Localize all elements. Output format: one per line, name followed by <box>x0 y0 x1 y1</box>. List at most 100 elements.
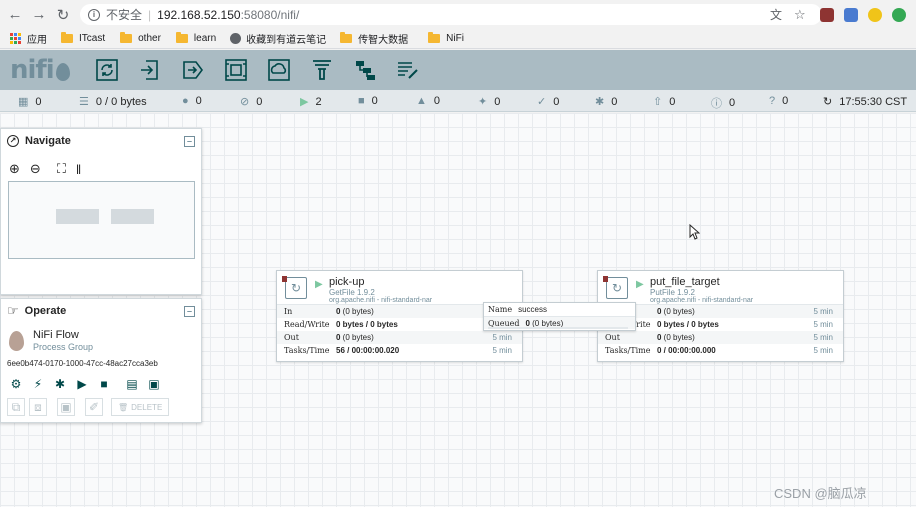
reload-icon[interactable]: ↻ <box>52 4 74 26</box>
active-threads-count: 0 <box>35 95 42 108</box>
queued-value: 0 / 0 bytes <box>95 95 147 108</box>
group-button[interactable]: ▣ <box>57 398 75 416</box>
stat-time: 5 min <box>492 346 512 355</box>
bookmark-label: other <box>138 33 161 44</box>
running-icon: ▶ <box>315 279 323 290</box>
actual-size-icon[interactable]: ‖ <box>76 162 81 177</box>
stopped-stats: ■ 0 <box>358 95 378 107</box>
navigate-palette: ↗ Navigate – ⊕ ⊖ ⛶ ‖ <box>0 128 202 295</box>
fit-icon[interactable]: ⛶ <box>57 161 66 177</box>
bookmark-other[interactable]: other <box>120 32 161 44</box>
paste-button[interactable]: ⧈ <box>29 398 47 416</box>
extension-icon[interactable] <box>867 7 882 22</box>
operate-edit-row: ⧉ ⧈ ▣ ✐ 🗑 DELETE <box>7 398 170 416</box>
folder-icon <box>340 32 353 43</box>
stop-button[interactable]: ■ <box>95 375 113 393</box>
zoom-out-icon[interactable]: ⊖ <box>30 161 41 177</box>
apps-icon <box>10 33 21 44</box>
list-icon: ☰ <box>79 96 89 108</box>
disable-button[interactable]: ✱ <box>51 375 69 393</box>
upload-template-button[interactable]: ▣ <box>145 375 163 393</box>
enable-button[interactable]: ⚡ <box>29 375 47 393</box>
extension-icon[interactable] <box>843 7 858 22</box>
stat-row: Out 0 (0 bytes) 5 min <box>277 331 522 344</box>
question-icon: ? <box>769 95 776 107</box>
stat-time: 5 min <box>813 346 833 355</box>
input-port-icon <box>141 60 158 80</box>
label-tool[interactable] <box>393 55 423 85</box>
forward-icon[interactable]: → <box>28 4 50 26</box>
extension-icon[interactable] <box>891 7 906 22</box>
bookmark-itcast[interactable]: ITcast <box>61 32 105 44</box>
warning-icon: ▲ <box>416 95 427 107</box>
remote-process-group-tool[interactable] <box>264 55 294 85</box>
copy-icon: ⧉ <box>11 399 21 414</box>
compass-icon: ↗ <box>7 135 19 147</box>
last-refreshed: 17:55:30 CST <box>839 95 908 108</box>
output-port-tool[interactable] <box>178 55 208 85</box>
processor-tool[interactable] <box>92 55 122 85</box>
input-port-tool[interactable] <box>135 55 165 85</box>
info-icon[interactable]: i <box>88 8 100 21</box>
bookmark-youdao[interactable]: 收藏到有道云笔记 <box>230 31 326 46</box>
template-icon: ▤ <box>126 377 138 391</box>
url-path: :58080/nifi/ <box>240 7 300 22</box>
collapse-icon[interactable]: – <box>184 305 195 317</box>
process-group-tool[interactable] <box>221 55 251 85</box>
birdseye-view[interactable] <box>8 181 195 259</box>
bookmark-bigdata[interactable]: 传智大数据 <box>340 31 408 46</box>
delete-button[interactable]: 🗑 DELETE <box>111 398 170 416</box>
configure-button[interactable]: ⚙ <box>7 375 25 393</box>
address-bar[interactable]: i 不安全 | 192.168.52.150:58080/nifi/ <box>80 4 822 25</box>
folder-icon <box>428 32 441 43</box>
processor-name: pick-up <box>329 276 365 288</box>
bookmark-nifi[interactable]: NiFi <box>428 32 464 44</box>
separator: | <box>148 7 152 22</box>
extension-icon[interactable] <box>819 7 834 22</box>
funnel-tool[interactable] <box>307 55 337 85</box>
stat-value: 0 (0 bytes) <box>657 307 695 316</box>
stat-row: Out 0 (0 bytes) 5 min <box>598 331 843 344</box>
processor-name: put_file_target <box>650 276 720 288</box>
birdseye-processor <box>56 209 99 224</box>
check-icon: ✓ <box>537 96 547 108</box>
modified-stale-stats: ⓘ 0 <box>711 95 735 111</box>
template-tool[interactable] <box>350 55 380 85</box>
funnel-icon <box>313 60 331 80</box>
selection-type: Process Group <box>33 342 94 352</box>
zoom-in-icon[interactable]: ⊕ <box>9 161 20 177</box>
disabled-stats: ✦ 0 <box>478 95 501 109</box>
disabled-count: 0 <box>494 95 501 108</box>
asterisk-icon: ✱ <box>595 96 605 108</box>
not-transmitting-count: 0 <box>256 95 263 108</box>
navigate-header[interactable]: ↗ Navigate – <box>1 129 201 153</box>
bookmark-apps[interactable]: 应用 <box>10 31 47 46</box>
processor-bundle: org.apache.nifi - nifi-standard-nar <box>329 297 433 304</box>
refresh-icon[interactable]: ↻ <box>823 95 832 108</box>
stat-time: 5 min <box>492 333 512 342</box>
create-template-button[interactable]: ▤ <box>123 375 141 393</box>
modified-stale-count: 0 <box>729 97 736 109</box>
template-upload-icon: ▣ <box>148 377 160 391</box>
translate-icon[interactable]: 文 <box>770 6 782 23</box>
connection-success[interactable]: Name success Queued 0 (0 bytes) <box>483 302 636 331</box>
start-button[interactable]: ▶ <box>73 375 91 393</box>
color-button[interactable]: ✐ <box>85 398 103 416</box>
folder-icon <box>120 32 133 43</box>
stat-time: 5 min <box>813 333 833 342</box>
lightning-icon: ⚡ <box>33 377 43 391</box>
bookmark-learn[interactable]: learn <box>175 32 216 44</box>
collapse-icon[interactable]: – <box>184 135 195 147</box>
operate-header[interactable]: ☞ Operate – <box>1 299 201 323</box>
invalid-stats: ▲ 0 <box>416 95 440 107</box>
refresh-status[interactable]: ↻ 17:55:30 CST <box>823 95 908 109</box>
connection-name-label: Name <box>488 305 513 314</box>
operate-palette: ☞ Operate – NiFi Flow Process Group 6ee0… <box>0 298 202 423</box>
transmitting-count: 0 <box>195 95 202 107</box>
stat-value: 0 (0 bytes) <box>336 333 374 342</box>
back-icon[interactable]: ← <box>4 4 26 26</box>
star-icon[interactable]: ☆ <box>794 7 806 23</box>
copy-button[interactable]: ⧉ <box>7 398 25 416</box>
stale-count: 0 <box>669 95 676 108</box>
stat-label: Read/Write <box>284 320 330 329</box>
